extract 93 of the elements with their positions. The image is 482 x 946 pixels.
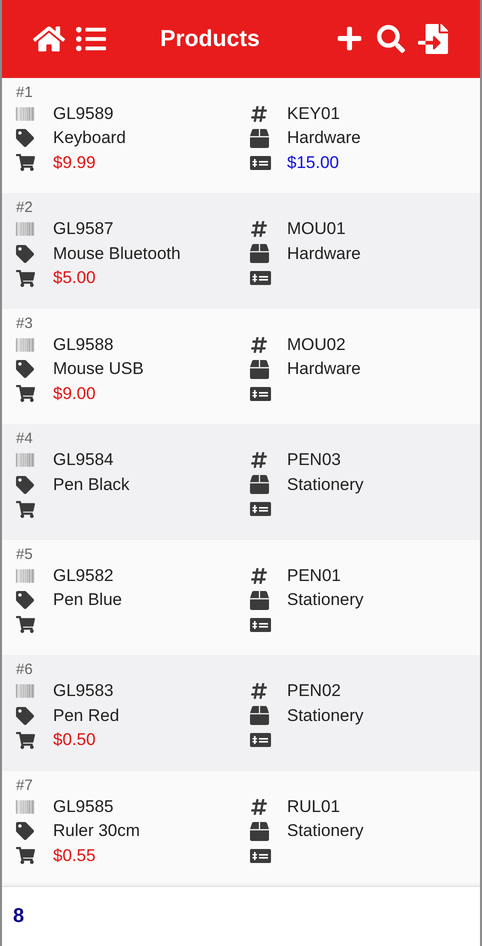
product-category: Stationery bbox=[287, 821, 364, 842]
box-icon bbox=[250, 590, 269, 610]
product-code: MOU02 bbox=[287, 334, 346, 355]
barcode-icon bbox=[16, 220, 34, 238]
cart-icon bbox=[16, 500, 35, 519]
cart-icon bbox=[16, 846, 35, 866]
product-category: Stationery bbox=[287, 474, 364, 495]
product-row[interactable]: #2 GL9587 MOU01 Mouse Bluetooth Hardware $5.00 bbox=[2, 193, 480, 309]
barcode-text: GL9584 bbox=[53, 450, 114, 470]
tag-icon bbox=[16, 706, 34, 725]
product-code: PEN02 bbox=[287, 681, 341, 702]
hashtag-icon bbox=[250, 220, 268, 238]
row-index: #1 bbox=[16, 84, 33, 102]
barcode-text: GL9587 bbox=[53, 219, 114, 240]
product-code: RUL01 bbox=[287, 796, 340, 817]
tag-icon bbox=[16, 129, 34, 148]
barcode-icon bbox=[16, 451, 34, 470]
product-code: PEN03 bbox=[287, 450, 341, 470]
barcode-icon bbox=[16, 682, 34, 700]
bill-icon bbox=[250, 733, 271, 748]
product-code: KEY01 bbox=[287, 104, 340, 124]
row-index: #4 bbox=[16, 430, 33, 448]
row-index: #3 bbox=[16, 314, 33, 333]
product-row[interactable]: #6 GL9583 PEN02 Pen Red Stationery $0.50 bbox=[2, 655, 480, 771]
barcode-text: GL9588 bbox=[53, 334, 114, 355]
bill-icon bbox=[250, 386, 271, 401]
row-index: #6 bbox=[16, 661, 33, 680]
cart-icon bbox=[16, 268, 35, 288]
barcode-text: GL9589 bbox=[53, 104, 114, 124]
product-code: PEN01 bbox=[287, 566, 341, 586]
barcode-icon bbox=[16, 566, 34, 585]
product-name: Pen Red bbox=[53, 706, 120, 726]
barcode-text: GL9585 bbox=[53, 796, 114, 817]
sale-price: $0.50 bbox=[53, 730, 96, 750]
hashtag-icon bbox=[250, 682, 268, 700]
cart-icon bbox=[16, 730, 35, 750]
box-icon bbox=[250, 822, 269, 841]
sale-price: $5.00 bbox=[53, 268, 96, 288]
product-code: MOU01 bbox=[287, 219, 346, 240]
box-icon bbox=[250, 360, 269, 379]
sale-price: $9.00 bbox=[53, 384, 96, 404]
barcode-icon bbox=[16, 336, 34, 354]
product-name: Pen Blue bbox=[53, 590, 122, 610]
cart-icon bbox=[16, 153, 35, 172]
bill-icon bbox=[250, 156, 271, 170]
barcode-icon bbox=[16, 798, 34, 816]
hashtag-icon bbox=[250, 798, 268, 816]
tag-icon bbox=[16, 244, 34, 263]
cart-icon bbox=[16, 615, 35, 634]
product-category: Hardware bbox=[287, 244, 361, 264]
tag-icon bbox=[16, 822, 34, 840]
row-index: #7 bbox=[16, 776, 33, 795]
barcode-text: GL9583 bbox=[53, 681, 114, 702]
product-category: Stationery bbox=[287, 706, 364, 726]
bill-icon bbox=[250, 502, 271, 516]
product-name: Ruler 30cm bbox=[53, 821, 140, 842]
product-name: Mouse Bluetooth bbox=[53, 244, 181, 264]
tag-icon bbox=[16, 591, 34, 610]
product-category: Hardware bbox=[287, 128, 361, 148]
sale-price: $0.55 bbox=[53, 846, 96, 866]
bill-icon bbox=[250, 271, 271, 286]
tag-icon bbox=[16, 360, 34, 378]
box-icon bbox=[250, 706, 269, 726]
product-row[interactable]: #7 GL9585 RUL01 Ruler 30cm Stationery $0.55 bbox=[2, 770, 480, 886]
page-title: Products bbox=[159, 25, 261, 52]
row-index: #2 bbox=[16, 199, 33, 218]
product-row[interactable]: #5 GL9582 PEN01 Pen Blue Stationery bbox=[2, 540, 480, 656]
box-icon bbox=[250, 244, 269, 264]
sale-price: $9.99 bbox=[53, 152, 96, 173]
cost-price: $15.00 bbox=[287, 152, 339, 173]
bill-icon bbox=[250, 848, 271, 863]
product-row[interactable]: #1 GL9589 KEY01 Keyboard Hardware $9.99 $15.00 bbox=[2, 78, 480, 194]
tag-icon bbox=[16, 476, 34, 494]
import-icon[interactable] bbox=[416, 22, 450, 56]
box-icon bbox=[250, 128, 269, 148]
bill-icon bbox=[250, 618, 271, 632]
item-count: 8 bbox=[13, 905, 24, 928]
cart-icon bbox=[16, 384, 35, 404]
product-name: Keyboard bbox=[53, 128, 126, 148]
product-name: Mouse USB bbox=[53, 359, 144, 380]
box-icon bbox=[250, 475, 269, 494]
product-category: Stationery bbox=[287, 590, 364, 610]
hashtag-icon bbox=[250, 451, 268, 470]
product-category: Hardware bbox=[287, 359, 361, 380]
hashtag-icon bbox=[250, 104, 268, 123]
barcode-icon bbox=[16, 104, 34, 123]
product-name: Pen Black bbox=[53, 474, 130, 495]
product-row[interactable]: #3 GL9588 MOU02 Mouse USB Hardware $9.00 bbox=[2, 308, 480, 424]
hashtag-icon bbox=[250, 336, 268, 354]
product-row[interactable]: #4 GL9584 PEN03 Pen Black Stationery bbox=[2, 424, 480, 540]
row-index: #5 bbox=[16, 546, 33, 564]
barcode-text: GL9582 bbox=[53, 566, 114, 586]
hashtag-icon bbox=[250, 566, 268, 585]
